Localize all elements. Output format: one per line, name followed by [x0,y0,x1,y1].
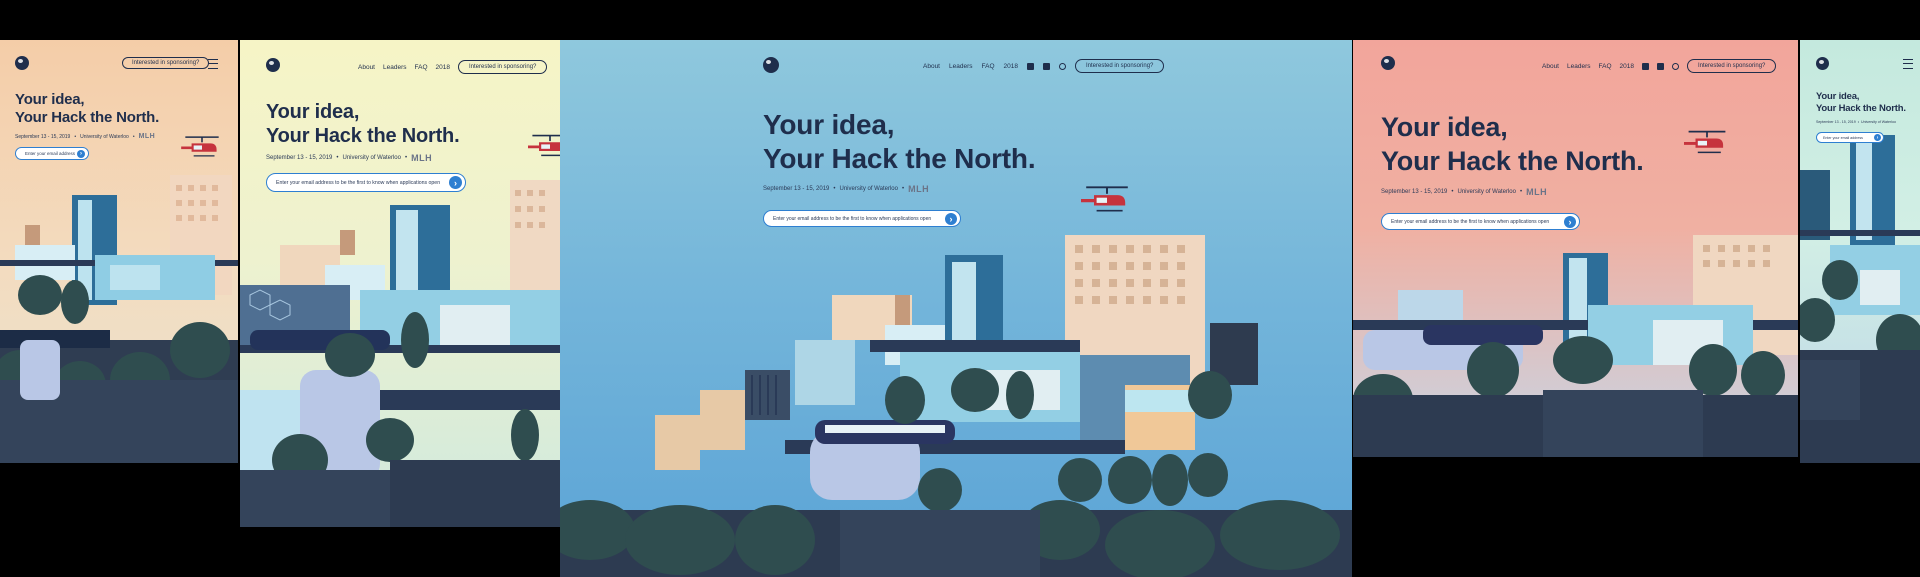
helicopter-icon [1081,186,1128,212]
hero-line-2: Your Hack the North. [1816,103,1906,114]
hero-line-1: Your idea, [1381,112,1508,142]
hero-headline: Your idea, Your Hack the North. [763,108,1036,176]
nav-link-about[interactable]: About [1542,63,1559,70]
email-signup-field[interactable]: Enter your email address to be the first… [763,210,961,227]
top-navigation: About Leaders FAQ 2018 Interested in spo… [923,59,1165,73]
hero-line-1: Your idea, [266,101,360,123]
hero-line-2: Your Hack the North. [266,125,460,147]
facebook-icon[interactable] [1026,62,1034,70]
email-placeholder: Enter your email address to be the first… [276,179,441,186]
nav-link-faq[interactable]: FAQ [1599,63,1612,70]
globe-logo-icon[interactable] [1381,56,1395,70]
event-meta: September 13 - 15, 2019 • University of … [266,153,433,163]
hero-headline: Your idea, Your Hack the North. [1381,110,1644,178]
twitter-icon[interactable] [1042,62,1050,70]
mlh-logo[interactable]: MLH [411,153,432,163]
email-signup-field[interactable]: Enter your email address to be the first… [266,173,466,192]
mlh-logo[interactable]: MLH [1526,187,1547,197]
facebook-icon[interactable] [1641,62,1649,70]
nav-link-about[interactable]: About [358,64,375,71]
instagram-icon[interactable] [1058,62,1066,70]
mockup-mobile-mint: Your idea, Your Hack the North. Septembe… [1800,40,1920,463]
helicopter-icon [181,136,219,157]
hero-line-1: Your idea, [763,109,895,140]
nav-link-2018[interactable]: 2018 [1004,63,1018,70]
event-location: University of Waterloo [80,133,129,140]
globe-logo-icon[interactable] [266,58,280,72]
email-signup-field[interactable]: Enter your email address › [1816,132,1884,143]
nav-link-2018[interactable]: 2018 [1620,63,1634,70]
hero-line-2: Your Hack the North. [15,109,160,126]
event-date: September 13 - 15, 2019 [1381,189,1448,195]
top-navigation: About Leaders FAQ 2018 Interested in spo… [358,60,548,74]
event-location: University of Waterloo [1861,120,1897,124]
arrow-right-icon[interactable]: › [1564,215,1576,228]
event-meta: September 13 - 15, 2019 • University of … [15,133,156,140]
arrow-right-icon[interactable]: › [945,212,957,225]
mockup-tablet-cream: About Leaders FAQ 2018 Interested in spo… [240,40,560,527]
mockup-mobile-peach: Interested in sponsoring? Your idea, You… [0,40,238,463]
helicopter-icon [528,134,560,157]
globe-logo-icon[interactable] [15,56,29,70]
twitter-icon[interactable] [1656,62,1664,70]
hero-line-2: Your Hack the North. [1381,146,1644,176]
email-placeholder: Enter your email address to be the first… [773,215,932,222]
email-signup-field[interactable]: Enter your email address › [15,147,89,160]
email-placeholder: Enter your email address [25,151,76,156]
hero-headline: Your idea, Your Hack the North. [1816,91,1906,115]
hero-headline: Your idea, Your Hack the North. [266,100,460,148]
hamburger-menu-icon[interactable] [208,59,218,69]
event-meta: September 13 - 15, 2019 • University of … [763,184,930,194]
sponsor-button[interactable]: Interested in sponsoring? [457,60,548,74]
nav-link-leaders[interactable]: Leaders [383,64,407,71]
hamburger-menu-icon[interactable] [1903,59,1913,69]
mlh-logo[interactable]: MLH [139,133,156,140]
nav-link-faq[interactable]: FAQ [982,63,995,70]
event-date: September 13 - 15, 2019 [266,155,333,161]
event-date: September 13 - 15, 2019 [15,133,71,140]
event-location: University of Waterloo [1457,189,1516,195]
email-signup-field[interactable]: Enter your email address to be the first… [1381,213,1580,230]
sponsor-button[interactable]: Interested in sponsoring? [122,57,210,69]
mockup-desktop-blue: About Leaders FAQ 2018 Interested in spo… [560,40,1352,577]
nav-link-leaders[interactable]: Leaders [1567,63,1591,70]
nav-link-leaders[interactable]: Leaders [949,63,973,70]
instagram-icon[interactable] [1671,62,1679,70]
mlh-logo[interactable]: MLH [908,184,929,194]
event-location: University of Waterloo [839,186,898,192]
mockup-desktop-pink: About Leaders FAQ 2018 Interested in spo… [1353,40,1798,457]
event-meta: September 13 - 15, 2019 • University of … [1816,120,1897,124]
event-date: September 13 - 15, 2019 [763,186,830,192]
hero-line-1: Your idea, [1816,91,1860,102]
globe-logo-icon[interactable] [1816,57,1829,70]
arrow-right-icon[interactable]: › [77,149,85,158]
hero-line-1: Your idea, [15,91,85,108]
sponsor-button[interactable]: Interested in sponsoring? [1074,59,1165,73]
top-navigation: About Leaders FAQ 2018 Interested in spo… [1542,59,1777,73]
event-location: University of Waterloo [342,155,401,161]
hero-headline: Your idea, Your Hack the North. [15,91,159,127]
city-illustration [1353,235,1798,457]
email-placeholder: Enter your email address [1823,135,1863,140]
nav-link-about[interactable]: About [923,63,940,70]
hero-line-2: Your Hack the North. [763,143,1036,174]
globe-logo-icon[interactable] [763,57,779,73]
arrow-right-icon[interactable]: › [1874,134,1881,141]
event-date: September 13 - 15, 2019 [1816,120,1856,124]
helicopter-icon [1684,130,1726,154]
email-placeholder: Enter your email address to be the first… [1391,218,1550,225]
sponsor-button[interactable]: Interested in sponsoring? [1686,59,1777,73]
event-meta: September 13 - 15, 2019 • University of … [1381,187,1548,197]
nav-link-faq[interactable]: FAQ [415,64,428,71]
arrow-right-icon[interactable]: › [449,176,462,189]
nav-link-2018[interactable]: 2018 [436,64,450,71]
